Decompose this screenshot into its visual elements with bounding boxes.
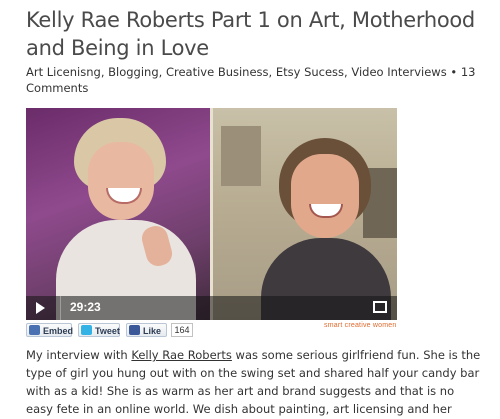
post-meta: Art Licenisng, Blogging, Creative Busine… (26, 64, 486, 96)
brand-logo-text: smart creative women (324, 322, 397, 329)
person-right-face (291, 154, 359, 238)
video-controls: 29:23 (26, 296, 397, 320)
video-feed-right (213, 108, 397, 320)
facebook-icon (129, 325, 140, 335)
meta-separator: • (450, 65, 458, 79)
twitter-bird-icon (81, 325, 92, 335)
tweet-button[interactable]: Tweet (78, 323, 120, 337)
embed-icon (29, 325, 40, 335)
post-title[interactable]: Kelly Rae Roberts Part 1 on Art, Motherh… (26, 6, 486, 62)
video-player[interactable]: 29:23 (26, 108, 397, 320)
post-categories[interactable]: Art Licenisng, Blogging, Creative Busine… (26, 65, 447, 79)
like-button[interactable]: Like (126, 323, 167, 337)
video-feed-left (26, 108, 210, 320)
embed-label: Embed (43, 326, 74, 336)
tweet-label: Tweet (95, 326, 120, 336)
controls-divider (60, 296, 61, 320)
like-label: Like (143, 326, 162, 336)
person-left-face (88, 142, 154, 220)
embed-button[interactable]: Embed (26, 323, 74, 337)
author-link[interactable]: Kelly Rae Roberts (131, 348, 232, 362)
background-shelf (221, 126, 261, 186)
fullscreen-icon[interactable] (373, 301, 387, 313)
play-icon[interactable] (36, 302, 45, 314)
post-body: My interview with Kelly Rae Roberts was … (26, 346, 482, 419)
body-intro: My interview with (26, 348, 132, 362)
page: Kelly Rae Roberts Part 1 on Art, Motherh… (0, 0, 500, 419)
like-count-badge: 164 (171, 323, 193, 337)
video-duration: 29:23 (70, 300, 101, 314)
